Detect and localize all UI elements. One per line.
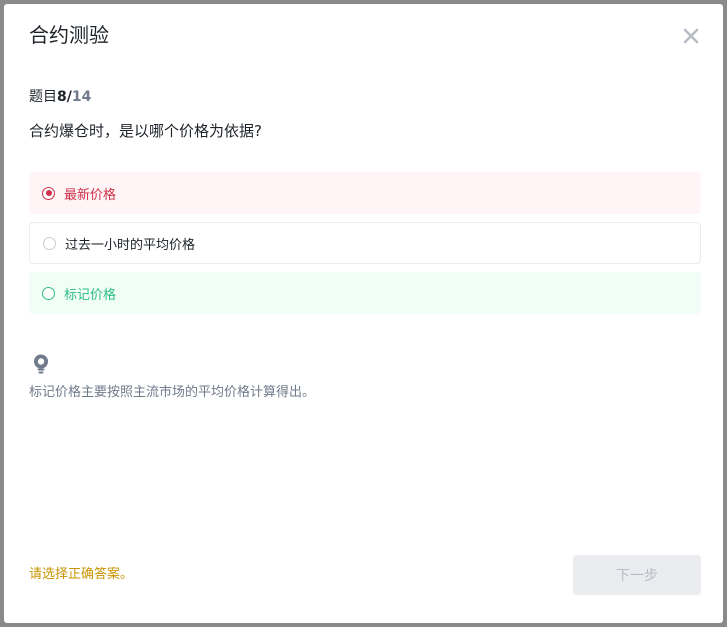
- radio-empty-icon: [43, 236, 56, 250]
- quiz-dialog: 合约测验 题目8/14 合约爆仓时，是以哪个价格为依据? 最新价格 过去一小时的…: [4, 4, 723, 623]
- option-label: 过去一小时的平均价格: [65, 237, 196, 253]
- dialog-title: 合约测验: [29, 23, 109, 47]
- next-step-button[interactable]: 下一步: [573, 555, 701, 595]
- explanation-text: 标记价格主要按照主流市场的平均价格计算得出。: [29, 385, 316, 400]
- radio-selected-icon: [42, 186, 55, 200]
- radio-correct-icon: [42, 286, 55, 300]
- question-text: 合约爆仓时，是以哪个价格为依据?: [29, 122, 262, 140]
- question-progress: 题目8/14: [29, 87, 91, 107]
- progress-label: 题目: [29, 89, 57, 105]
- close-button[interactable]: [679, 24, 703, 48]
- option-hourly-average-price[interactable]: 过去一小时的平均价格: [29, 222, 701, 264]
- answer-prompt: 请选择正确答案。: [29, 567, 134, 582]
- progress-current: 8/: [57, 89, 72, 105]
- option-label: 最新价格: [64, 187, 117, 203]
- option-latest-price[interactable]: 最新价格: [29, 172, 701, 214]
- option-mark-price[interactable]: 标记价格: [29, 272, 701, 314]
- lightbulb-icon: [34, 354, 48, 374]
- progress-total: 14: [71, 89, 92, 105]
- option-label: 标记价格: [64, 287, 117, 303]
- close-icon: [683, 28, 699, 44]
